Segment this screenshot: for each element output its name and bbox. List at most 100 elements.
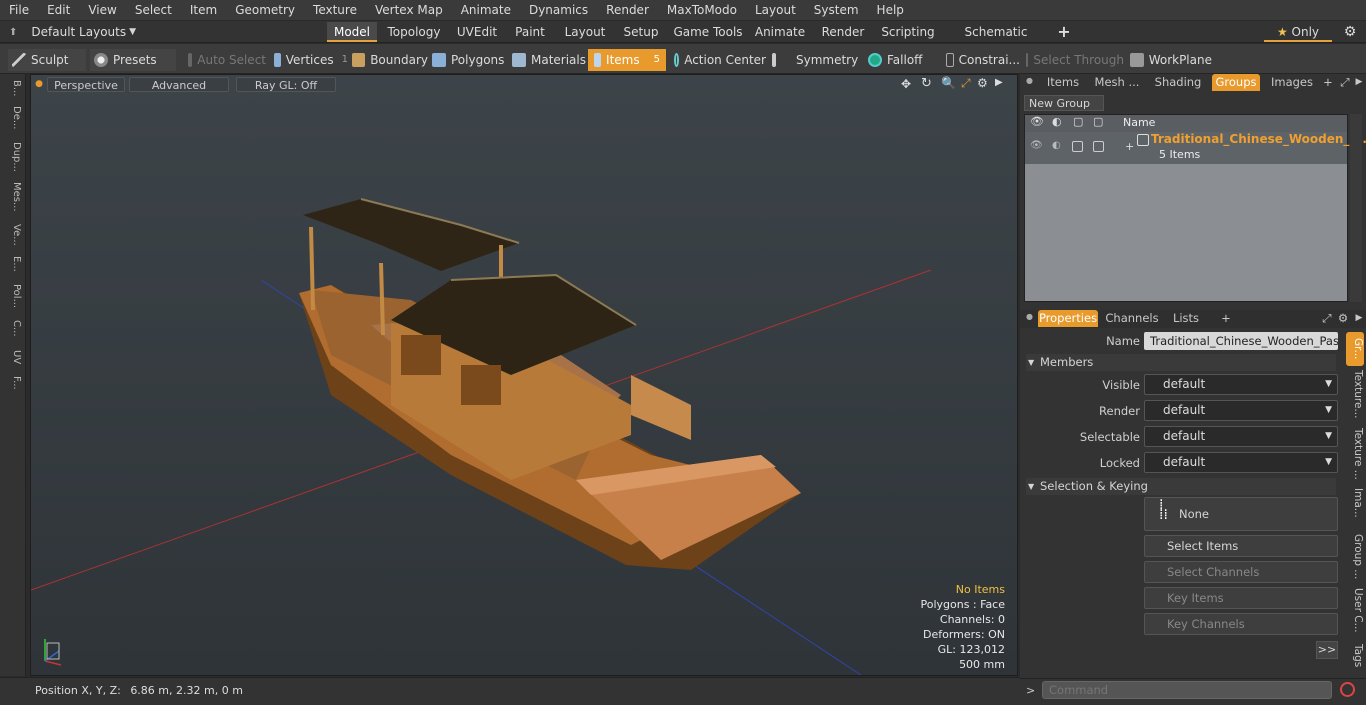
sculpt-button[interactable]: Sculpt	[8, 49, 86, 71]
viewport-settings-icon[interactable]: ⚙	[977, 76, 988, 90]
visible-dropdown[interactable]: default ▼	[1144, 374, 1338, 395]
tab-animate[interactable]: Animate	[752, 22, 808, 42]
new-group-button[interactable]: New Group	[1024, 95, 1104, 111]
side-tab-tags[interactable]: Tags	[1346, 644, 1364, 667]
tab-layout[interactable]: Layout	[560, 22, 610, 42]
add-props-tab-icon[interactable]: +	[1220, 310, 1232, 327]
side-tab-group[interactable]: Gr...	[1346, 332, 1364, 366]
left-tab-polygon[interactable]: Pol...	[4, 284, 22, 308]
vertices-button[interactable]: Vertices 1	[270, 49, 348, 71]
left-tab-mesh[interactable]: Mes...	[4, 182, 22, 212]
advanced-button[interactable]: Advanced	[129, 77, 229, 92]
name-field[interactable]: Traditional_Chinese_Wooden_Passeng	[1144, 332, 1338, 350]
viewport-more-icon[interactable]: ▶	[995, 77, 1003, 88]
tab-items[interactable]: Items	[1040, 74, 1086, 91]
rotate-view-icon[interactable]: ↻	[921, 76, 932, 91]
tab-render[interactable]: Render	[816, 22, 870, 42]
menu-layout[interactable]: Layout	[746, 0, 805, 21]
side-tab-texture-1[interactable]: Texture...	[1346, 370, 1364, 418]
group-list-scrollbar[interactable]	[1350, 114, 1362, 302]
left-tab-vertex[interactable]: Ve...	[4, 224, 22, 246]
polygons-button[interactable]: Polygons	[430, 49, 506, 71]
locked-dropdown[interactable]: default ▼	[1144, 452, 1338, 473]
menu-select[interactable]: Select	[126, 0, 181, 21]
menu-view[interactable]: View	[79, 0, 125, 21]
menu-dynamics[interactable]: Dynamics	[520, 0, 597, 21]
menu-system[interactable]: System	[805, 0, 868, 21]
only-toggle[interactable]: ★ Only	[1264, 22, 1332, 42]
selectable-dropdown[interactable]: default ▼	[1144, 426, 1338, 447]
expand-props-icon[interactable]: ⤢	[1320, 310, 1334, 327]
add-tab-icon[interactable]: +	[1054, 22, 1074, 42]
items-button[interactable]: Items 5	[588, 49, 666, 71]
tab-mesh[interactable]: Mesh ...	[1092, 74, 1142, 91]
expand-plus-icon[interactable]: +	[1125, 140, 1134, 153]
tab-topology[interactable]: Topology	[384, 22, 444, 42]
constraints-button[interactable]: Constrai...	[944, 49, 1020, 71]
menu-texture[interactable]: Texture	[304, 0, 366, 21]
group-row[interactable]: 👁 ◐ + Traditional_Chinese_Wooden_P ... 5…	[1025, 132, 1366, 164]
menu-help[interactable]: Help	[868, 0, 913, 21]
presets-button[interactable]: Presets	[90, 49, 176, 71]
row-select-checkbox[interactable]	[1093, 141, 1104, 152]
menu-file[interactable]: File	[0, 0, 38, 21]
perspective-button[interactable]: Perspective	[47, 77, 125, 92]
record-icon[interactable]	[1340, 682, 1355, 697]
falloff-button[interactable]: Falloff	[866, 49, 940, 71]
left-tab-basic[interactable]: B...	[4, 80, 22, 96]
expand-panel-icon[interactable]: ⤢	[1338, 74, 1352, 91]
menu-maxtomodo[interactable]: MaxToModo	[658, 0, 746, 21]
key-channels-button[interactable]: Key Channels	[1144, 613, 1338, 635]
tab-lists[interactable]: Lists	[1166, 310, 1206, 327]
action-center-button[interactable]: Action Center	[672, 49, 766, 71]
none-button[interactable]: ⁞ ⁞⁞ None	[1144, 497, 1338, 531]
tab-schematic-fusion[interactable]: Schematic Fusion	[946, 22, 1046, 59]
props-gear-icon[interactable]: ⚙	[1336, 310, 1350, 327]
command-input[interactable]	[1042, 681, 1332, 699]
selection-keying-header[interactable]: ▼ Selection & Keying	[1026, 478, 1336, 495]
select-channels-button[interactable]: Select Channels	[1144, 561, 1338, 583]
tab-groups[interactable]: Groups	[1212, 74, 1260, 91]
maximize-view-icon[interactable]: ⤢	[961, 76, 971, 91]
tab-scripting[interactable]: Scripting	[878, 22, 938, 42]
boundary-button[interactable]: Boundary	[350, 49, 428, 71]
materials-button[interactable]: Materials	[510, 49, 586, 71]
workplane-button[interactable]: WorkPlane	[1128, 49, 1212, 71]
side-tab-image[interactable]: Ima...	[1346, 488, 1364, 518]
row-eye-icon[interactable]: 👁	[1030, 140, 1043, 151]
tab-shading[interactable]: Shading	[1148, 74, 1208, 91]
symmetry-button[interactable]: Symmetry	[770, 49, 860, 71]
tab-game-tools[interactable]: Game Tools	[672, 22, 744, 42]
row-lock-checkbox[interactable]	[1072, 141, 1083, 152]
panel-more-icon[interactable]: ▶	[1354, 74, 1364, 91]
side-tab-group-2[interactable]: Group ...	[1346, 534, 1364, 579]
render-dropdown[interactable]: default ▼	[1144, 400, 1338, 421]
tab-setup[interactable]: Setup	[618, 22, 664, 42]
left-tab-duplicate[interactable]: Dup...	[4, 142, 22, 172]
select-through-button[interactable]: Select Through	[1024, 49, 1124, 71]
props-more-icon[interactable]: ▶	[1354, 310, 1364, 327]
side-tab-user-channels[interactable]: User C...	[1346, 588, 1364, 633]
side-tab-texture-2[interactable]: Texture ...	[1346, 428, 1364, 480]
tab-properties[interactable]: Properties	[1038, 310, 1098, 327]
menu-item[interactable]: Item	[181, 0, 226, 21]
members-section-header[interactable]: ▼ Members	[1026, 354, 1336, 371]
left-tab-edge[interactable]: E...	[4, 256, 22, 272]
auto-select-button[interactable]: Auto Select	[184, 49, 266, 71]
left-tab-fusion[interactable]: F...	[4, 376, 22, 390]
raygl-button[interactable]: Ray GL: Off	[236, 77, 336, 92]
layouts-dropdown[interactable]: ⬆ Default Layouts ▼	[0, 21, 136, 43]
tab-images[interactable]: Images	[1266, 74, 1318, 91]
key-items-button[interactable]: Key Items	[1144, 587, 1338, 609]
tab-uvedit[interactable]: UVEdit	[452, 22, 502, 42]
tab-channels[interactable]: Channels	[1104, 310, 1160, 327]
3d-viewport[interactable]: ● Perspective Advanced Ray GL: Off ✥ ↻ 🔍…	[30, 74, 1018, 676]
viewport-dot-icon[interactable]: ●	[34, 77, 44, 92]
tab-paint[interactable]: Paint	[510, 22, 550, 42]
zoom-view-icon[interactable]: 🔍	[941, 76, 956, 90]
menu-geometry[interactable]: Geometry	[226, 0, 304, 21]
row-render-icon[interactable]: ◐	[1052, 140, 1061, 151]
add-panel-tab-icon[interactable]: +	[1322, 74, 1334, 91]
menu-edit[interactable]: Edit	[38, 0, 79, 21]
menu-animate[interactable]: Animate	[452, 0, 520, 21]
